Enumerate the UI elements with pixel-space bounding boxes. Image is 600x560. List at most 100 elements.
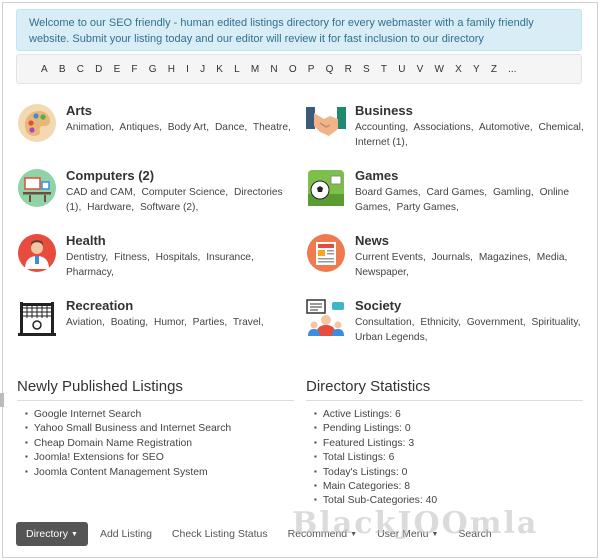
listing-link[interactable]: Google Internet Search	[25, 408, 231, 422]
subcategory-link[interactable]: Antiques,	[119, 122, 161, 133]
subcategory-list: Current Events, Journals, Magazines, Med…	[355, 251, 587, 280]
doctor-icon	[18, 234, 56, 272]
subcategory-link[interactable]: Boating,	[111, 317, 148, 328]
subcategory-link[interactable]: Accounting,	[355, 122, 408, 133]
alphabet-letter-link[interactable]: X	[455, 64, 462, 75]
subcategory-link[interactable]: Body Art,	[168, 122, 209, 133]
alphabet-letter-link[interactable]: L	[234, 64, 240, 75]
nav-directory-button[interactable]: Directory ▼	[16, 522, 88, 546]
alphabet-letter-link[interactable]: H	[168, 64, 175, 75]
subcategory-link[interactable]: Travel,	[233, 317, 264, 328]
category-title[interactable]: Arts	[66, 103, 92, 118]
listing-link[interactable]: Cheap Domain Name Registration	[25, 437, 231, 451]
alphabet-letter-link[interactable]: J	[200, 64, 205, 75]
alphabet-letter-link[interactable]: C	[77, 64, 84, 75]
alphabet-letter-link[interactable]: V	[417, 64, 424, 75]
subcategory-link[interactable]: Parties,	[193, 317, 228, 328]
listing-link[interactable]: Yahoo Small Business and Internet Search	[25, 422, 231, 436]
subcategory-link[interactable]: Board Games,	[355, 187, 421, 198]
subcategory-list: Animation, Antiques, Body Art, Dance, Th…	[66, 121, 298, 136]
subcategory-link[interactable]: Magazines,	[479, 252, 531, 263]
subcategory-link[interactable]: Fitness,	[114, 252, 150, 263]
alphabet-letter-link[interactable]: Z	[491, 64, 497, 75]
side-tab[interactable]	[0, 393, 4, 407]
subcategory-list: Aviation, Boating, Humor, Parties, Trave…	[66, 316, 298, 331]
subcategory-link[interactable]: Consultation,	[355, 317, 414, 328]
nav-user-menu[interactable]: User Menu ▼	[367, 522, 448, 546]
stat-item: Main Categories: 8	[314, 480, 437, 494]
alphabet-letter-link[interactable]: ...	[508, 64, 516, 75]
alphabet-letter-link[interactable]: E	[114, 64, 121, 75]
alphabet-letter-link[interactable]: G	[149, 64, 157, 75]
subcategory-list: Consultation, Ethnicity, Government, Spi…	[355, 316, 587, 345]
subcategory-link[interactable]: Gamling,	[493, 187, 534, 198]
subcategory-link[interactable]: Government,	[467, 317, 526, 328]
category-title[interactable]: Business	[355, 103, 413, 118]
subcategory-link[interactable]: Associations,	[414, 122, 474, 133]
subcategory-link[interactable]: Automotive,	[479, 122, 533, 133]
category-title[interactable]: News	[355, 233, 389, 248]
subcategory-link[interactable]: Pharmacy,	[66, 267, 114, 278]
subcategory-link[interactable]: Dance,	[215, 122, 247, 133]
category-title[interactable]: Computers (2)	[66, 168, 154, 183]
subcategory-link[interactable]: Newspaper,	[355, 267, 409, 278]
alphabet-letter-link[interactable]: U	[398, 64, 405, 75]
subcategory-list: CAD and CAM, Computer Science, Directori…	[66, 186, 298, 215]
subcategory-link[interactable]: Media,	[537, 252, 568, 263]
subcategory-link[interactable]: Spirituality,	[531, 317, 580, 328]
subcategory-link[interactable]: Party Games,	[397, 202, 459, 213]
alphabet-letter-link[interactable]: O	[289, 64, 297, 75]
alphabet-letter-link[interactable]: S	[363, 64, 370, 75]
alphabet-letter-link[interactable]: T	[381, 64, 387, 75]
subcategory-link[interactable]: Theatre,	[253, 122, 291, 133]
subcategory-link[interactable]: Hospitals,	[156, 252, 201, 263]
nav-recommend[interactable]: Recommend ▼	[278, 522, 367, 546]
nav-check-listing-status[interactable]: Check Listing Status	[162, 522, 278, 546]
nav-add-listing[interactable]: Add Listing	[90, 522, 162, 546]
alphabet-letter-link[interactable]: M	[251, 64, 259, 75]
alphabet-letter-link[interactable]: N	[270, 64, 277, 75]
subcategory-link[interactable]: CAD and CAM,	[66, 187, 136, 198]
category-title[interactable]: Society	[355, 298, 401, 313]
subcategory-link[interactable]: Journals,	[432, 252, 473, 263]
listing-link[interactable]: Joomla! Extensions for SEO	[25, 451, 231, 465]
alphabet-letter-link[interactable]: R	[345, 64, 352, 75]
subcategory-link[interactable]: Current Events,	[355, 252, 426, 263]
nav-label: Recommend	[287, 528, 348, 540]
nav-search[interactable]: Search	[448, 522, 501, 546]
subcategory-link[interactable]: Ethnicity,	[420, 317, 461, 328]
stat-item: Total Listings: 6	[314, 451, 437, 465]
subcategory-link[interactable]: Aviation,	[66, 317, 105, 328]
alphabet-letter-link[interactable]: I	[186, 64, 189, 75]
subcategory-link[interactable]: Animation,	[66, 122, 114, 133]
subcategory-link[interactable]: Dentistry,	[66, 252, 108, 263]
alphabet-letter-link[interactable]: B	[59, 64, 66, 75]
category-title[interactable]: Games	[355, 168, 398, 183]
alphabet-letter-link[interactable]: K	[216, 64, 223, 75]
category-title[interactable]: Health	[66, 233, 106, 248]
subcategory-link[interactable]: Internet (1),	[355, 137, 408, 148]
alphabet-bar: A B C D E F G H I J K L M N O P Q R S T U V W X Y Z...	[16, 54, 582, 84]
subcategory-link[interactable]: Chemical,	[538, 122, 583, 133]
alphabet-letter-link[interactable]: A	[41, 64, 48, 75]
statistics-list: Active Listings: 6 Pending Listings: 0 F…	[314, 408, 437, 509]
subcategory-list: Dentistry, Fitness, Hospitals, Insurance…	[66, 251, 298, 280]
subcategory-link[interactable]: Computer Science,	[141, 187, 228, 198]
subcategory-link[interactable]: Urban Legends,	[355, 332, 428, 343]
newly-published-title: Newly Published Listings	[17, 378, 183, 395]
alphabet-letter-link[interactable]: F	[131, 64, 137, 75]
alphabet-letter-link[interactable]: Y	[473, 64, 480, 75]
subcategory-link[interactable]: Humor,	[154, 317, 187, 328]
alphabet-letter-link[interactable]: Q	[326, 64, 334, 75]
stat-item: Total Sub-Categories: 40	[314, 494, 437, 508]
subcategory-link[interactable]: Software (2),	[140, 202, 198, 213]
subcategory-link[interactable]: Hardware,	[87, 202, 134, 213]
computer-desk-icon	[18, 169, 56, 207]
category-title[interactable]: Recreation	[66, 298, 133, 313]
alphabet-letter-link[interactable]: P	[308, 64, 315, 75]
subcategory-link[interactable]: Insurance,	[206, 252, 254, 263]
alphabet-letter-link[interactable]: W	[434, 64, 443, 75]
alphabet-letter-link[interactable]: D	[95, 64, 102, 75]
subcategory-link[interactable]: Card Games,	[427, 187, 488, 198]
listing-link[interactable]: Joomla Content Management System	[25, 466, 231, 480]
